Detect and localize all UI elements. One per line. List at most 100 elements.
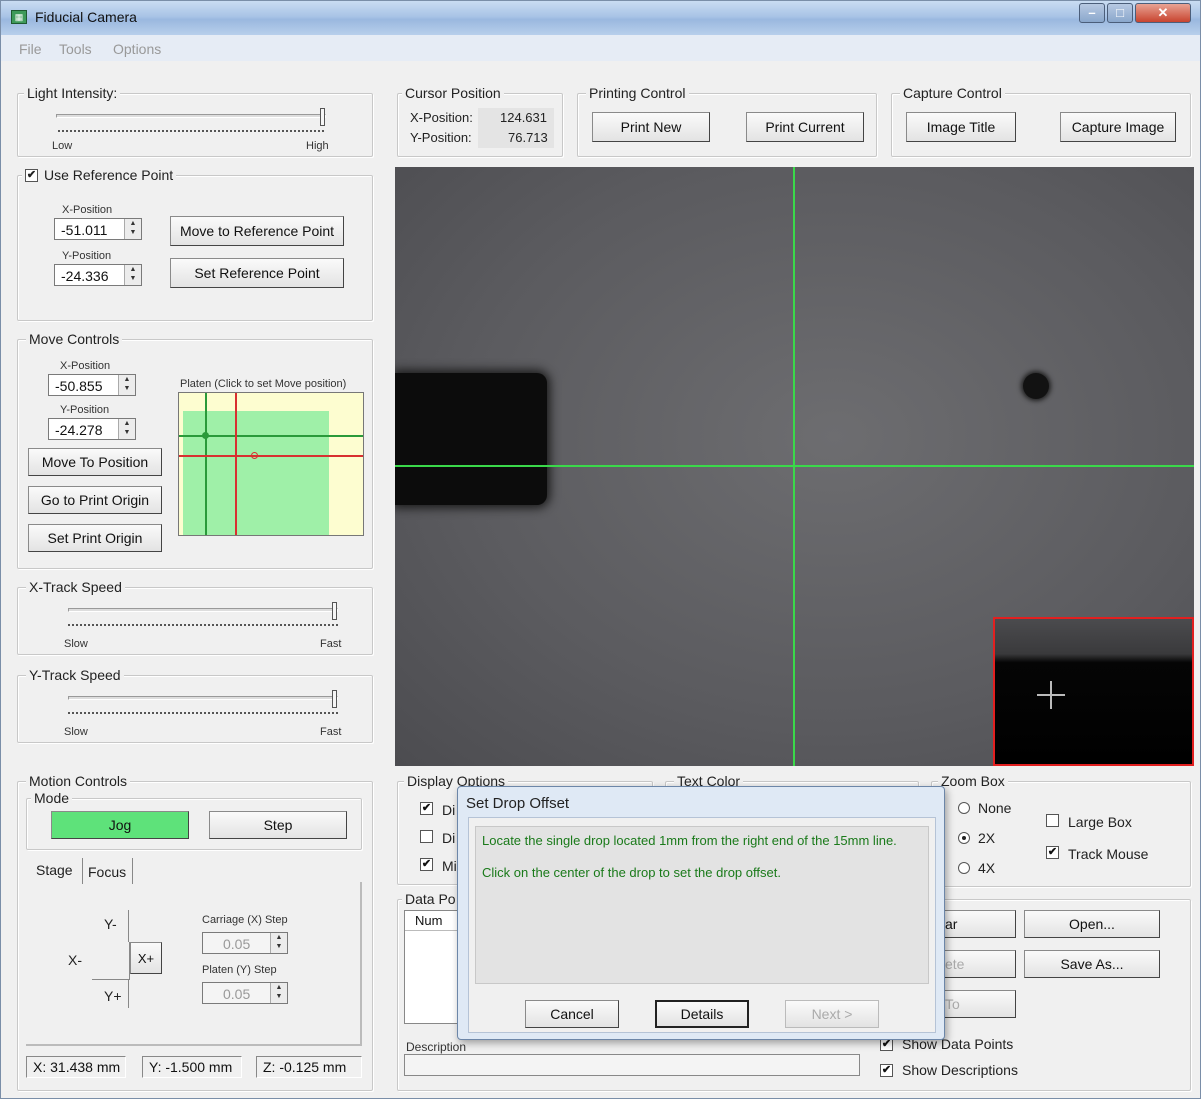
move-y-label: Y-Position [60, 404, 110, 416]
x-track-slider[interactable] [332, 602, 337, 620]
platen-step-value: 0.05 [223, 986, 251, 1002]
display-option-checkbox-3[interactable]: ✔ [420, 858, 433, 871]
reference-legend: ✔ Use Reference Point [22, 167, 177, 183]
track-mouse-label: Track Mouse [1068, 846, 1149, 862]
show-descriptions-checkbox[interactable]: ✔ [880, 1064, 893, 1077]
use-reference-checkbox[interactable]: ✔ [25, 168, 38, 182]
y-plus-button[interactable]: Y+ [104, 988, 122, 1004]
zoom-4x-label: 4X [978, 860, 996, 876]
dialog-cancel-button[interactable]: Cancel [525, 1000, 619, 1028]
print-new-button[interactable]: Print New [592, 112, 710, 142]
close-button[interactable]: ✕ [1135, 3, 1191, 23]
platen-cursor-hline [179, 455, 363, 457]
carriage-step-label: Carriage (X) Step [202, 914, 288, 926]
move-x-spinner[interactable]: -50.855 ▲ ▼ [48, 374, 136, 396]
light-intensity-slider[interactable] [320, 108, 325, 126]
ref-y-label: Y-Position [62, 250, 112, 262]
dialog-message-line-2: Click on the center of the drop to set t… [482, 865, 781, 880]
cursor-x-value: 124.631 [500, 110, 547, 125]
jog-button[interactable]: Jog [51, 811, 189, 839]
camera-view[interactable] [395, 167, 1194, 766]
platen-step-spinner[interactable]: 0.05 ▲ ▼ [202, 982, 288, 1004]
platen-label: Platen (Click to set Move position) [180, 378, 347, 390]
camera-app-icon: ▦ [11, 10, 27, 24]
platen-step-label: Platen (Y) Step [202, 964, 277, 976]
x-track-label: X-Track Speed [26, 579, 125, 595]
spin-arrows-icon[interactable]: ▲ ▼ [124, 219, 141, 239]
ref-x-label: X-Position [62, 204, 113, 216]
y-track-track [68, 696, 338, 700]
display-option-label-3: Mi [442, 858, 457, 874]
motion-controls-group: Motion Controls Mode Jog Step Stage Focu… [17, 773, 373, 1091]
y-fast-label: Fast [320, 726, 342, 738]
x-minus-button[interactable]: X- [68, 952, 82, 968]
dialog-next-button[interactable]: Next > [785, 1000, 879, 1028]
image-title-button[interactable]: Image Title [906, 112, 1016, 142]
drop-dot [1023, 373, 1049, 399]
platen-map[interactable] [178, 392, 364, 536]
y-track-slider[interactable] [332, 690, 337, 708]
light-intensity-ticks [58, 130, 324, 133]
menu-file[interactable]: File [19, 41, 42, 57]
track-mouse-checkbox[interactable]: ✔ [1046, 846, 1059, 859]
zoom-4x-radio[interactable] [958, 862, 970, 874]
large-box-checkbox[interactable] [1046, 814, 1059, 827]
mode-label: Mode [31, 790, 73, 806]
spin-arrows-icon[interactable]: ▲ ▼ [124, 265, 141, 285]
move-controls-label: Move Controls [26, 331, 123, 347]
zoom-none-label: None [978, 800, 1012, 816]
window-title: Fiducial Camera [35, 9, 137, 25]
description-field[interactable] [404, 1054, 860, 1076]
x-fast-label: Fast [320, 638, 342, 650]
spin-arrows-icon[interactable]: ▲ ▼ [118, 419, 135, 439]
cursor-position-group: Cursor Position X-Position: 124.631 Y-Po… [397, 85, 563, 157]
save-as-button[interactable]: Save As... [1024, 950, 1160, 978]
zoom-none-radio[interactable] [958, 802, 970, 814]
set-print-origin-button[interactable]: Set Print Origin [28, 524, 162, 552]
open-button[interactable]: Open... [1024, 910, 1160, 938]
menu-options[interactable]: Options [113, 41, 161, 57]
ref-y-value: -24.336 [61, 268, 109, 284]
capture-control-group: Capture Control Image Title Capture Imag… [891, 85, 1191, 157]
printing-control-label: Printing Control [586, 85, 689, 101]
move-to-reference-button[interactable]: Move to Reference Point [170, 216, 344, 246]
spin-arrows-icon[interactable]: ▲ ▼ [118, 375, 135, 395]
ref-y-spinner[interactable]: -24.336 ▲ ▼ [54, 264, 142, 286]
crosshair-horizontal [395, 465, 1194, 467]
description-label: Description [406, 1040, 467, 1054]
zoom-2x-label: 2X [978, 830, 996, 846]
spin-arrows-icon[interactable]: ▲ ▼ [270, 933, 287, 953]
display-option-checkbox-1[interactable]: ✔ [420, 802, 433, 815]
spin-arrows-icon[interactable]: ▲ ▼ [270, 983, 287, 1003]
light-high-label: High [306, 140, 329, 152]
zoom-2x-radio[interactable] [958, 832, 970, 844]
x-slow-label: Slow [64, 638, 88, 650]
dialog-title: Set Drop Offset [466, 795, 570, 812]
set-reference-button[interactable]: Set Reference Point [170, 258, 344, 288]
move-to-position-button[interactable]: Move To Position [28, 448, 162, 476]
y-minus-button[interactable]: Y- [104, 916, 117, 932]
go-to-print-origin-button[interactable]: Go to Print Origin [28, 486, 162, 514]
ref-x-spinner[interactable]: -51.011 ▲ ▼ [54, 218, 142, 240]
capture-image-button[interactable]: Capture Image [1060, 112, 1176, 142]
menu-tools[interactable]: Tools [59, 41, 92, 57]
set-drop-offset-dialog: Set Drop Offset Locate the single drop l… [457, 786, 945, 1040]
app-window: ▦ Fiducial Camera – □ ✕ File Tools Optio… [0, 0, 1201, 1099]
dialog-details-button[interactable]: Details [655, 1000, 749, 1028]
tab-stage[interactable]: Stage [36, 862, 73, 878]
capture-control-label: Capture Control [900, 85, 1005, 101]
minimize-button[interactable]: – [1079, 3, 1105, 23]
status-z: Z: -0.125 mm [256, 1056, 362, 1078]
carriage-step-spinner[interactable]: 0.05 ▲ ▼ [202, 932, 288, 954]
display-option-checkbox-2[interactable] [420, 830, 433, 843]
zoom-box [993, 617, 1194, 766]
x-plus-button[interactable]: X+ [130, 942, 162, 974]
use-reference-label: Use Reference Point [44, 167, 174, 183]
menu-bar: File Tools Options [1, 35, 1200, 61]
print-current-button[interactable]: Print Current [746, 112, 864, 142]
step-button[interactable]: Step [209, 811, 347, 839]
status-x: X: 31.438 mm [26, 1056, 126, 1078]
tab-focus[interactable]: Focus [88, 864, 126, 880]
move-y-spinner[interactable]: -24.278 ▲ ▼ [48, 418, 136, 440]
maximize-button[interactable]: □ [1107, 3, 1133, 23]
